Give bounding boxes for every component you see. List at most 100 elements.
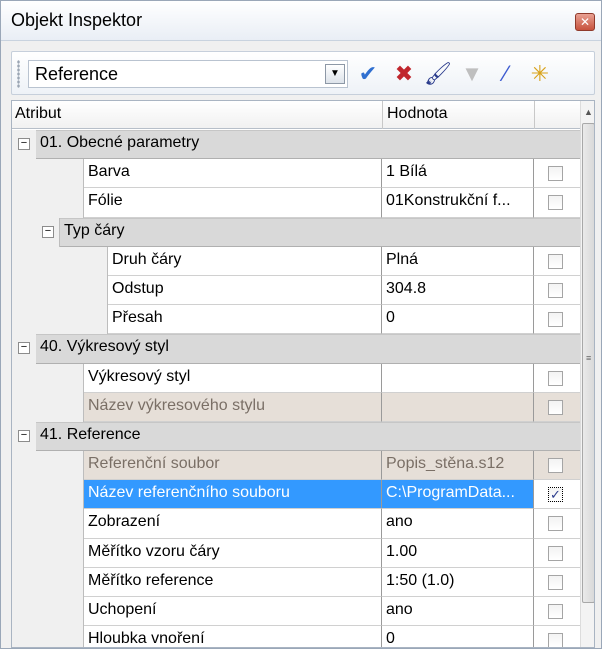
row-checkbox[interactable] [548,399,563,415]
property-name: Název referenčního souboru [84,480,382,510]
checkbox-cell [534,626,580,647]
scroll-up-icon[interactable]: ▲ [581,103,594,121]
property-value[interactable]: 1:50 (1.0) [382,567,534,597]
property-row[interactable]: Měřítko reference 1:50 (1.0) [12,567,580,597]
toolbar-grip[interactable] [17,60,20,88]
checkbox-cell [534,538,580,568]
property-value[interactable] [382,363,534,393]
window-title: Objekt Inspektor [11,10,143,30]
property-value[interactable]: 0 [382,626,534,647]
property-value[interactable]: 304.8 [382,275,534,306]
property-value[interactable]: ano [382,509,534,539]
row-indent [12,597,84,627]
pick-icon[interactable]: ⁄ [492,60,520,88]
property-name: Přesah [108,305,382,335]
property-row[interactable]: Přesah 0 [12,305,580,335]
row-indent [12,188,84,218]
row-checkbox[interactable] [548,370,563,386]
category-row[interactable]: −41. Reference [12,421,580,452]
row-checkbox[interactable] [548,574,563,590]
property-name: Zobrazení [84,509,382,539]
property-row[interactable]: Referenční soubor Popis_stěna.s12 [12,451,580,481]
cancel-cross-icon[interactable]: ✖ [390,60,418,88]
row-indent [12,480,84,510]
checkbox-cell [534,363,580,393]
collapse-icon[interactable]: − [18,429,30,442]
column-header-attribute[interactable]: Atribut [15,105,61,123]
property-value[interactable]: 01Konstrukční f... [382,188,534,218]
dropdown-arrow-icon[interactable]: ▼ [325,64,345,84]
row-checkbox[interactable] [548,545,563,561]
column-header-value[interactable]: Hodnota [387,105,448,123]
property-row[interactable]: Fólie 01Konstrukční f... [12,188,580,218]
checkbox-cell: ✓ [534,480,580,510]
property-value: Popis_stěna.s12 [382,451,534,481]
grid-header: Atribut Hodnota [12,101,580,129]
checkbox-cell [534,159,580,189]
scroll-thumb[interactable]: ≡ [582,123,594,603]
property-row[interactable]: Barva 1 Bílá [12,159,580,189]
row-indent [12,275,108,306]
property-value[interactable]: 1.00 [382,538,534,568]
collapse-icon[interactable]: − [18,342,30,355]
checkbox-cell [534,597,580,627]
row-indent [12,305,108,335]
row-indent [12,538,84,568]
checkbox-cell [534,567,580,597]
property-row[interactable]: Hloubka vnoření 0 [12,626,580,647]
row-checkbox[interactable] [548,604,563,619]
apply-check-icon[interactable]: ✔ [354,60,382,88]
row-indent [12,392,84,422]
property-row[interactable]: Název referenčního souboru C:\ProgramData… [12,480,580,510]
property-name: Uchopení [84,597,382,627]
category-label: 41. Reference [40,425,141,443]
property-value [382,392,534,422]
property-row[interactable]: Výkresový styl [12,363,580,393]
category-row[interactable]: − Typ čáry [12,217,580,247]
property-row[interactable]: Název výkresového stylu [12,392,580,422]
category-fill [60,217,580,247]
property-name: Měřítko vzoru čáry [84,538,382,568]
row-checkbox[interactable] [548,516,563,532]
category-label: 01. Obecné parametry [40,134,200,151]
row-checkbox[interactable] [548,312,563,328]
row-checkbox[interactable] [548,282,563,298]
object-type-combo[interactable]: Reference ▼ [28,60,348,88]
checkbox-cell [534,188,580,218]
property-name: Barva [84,159,382,189]
checkbox-cell [534,509,580,539]
row-checkbox[interactable] [548,195,563,211]
filter-icon[interactable]: ▼ [458,60,486,88]
property-row[interactable]: Druh čáry Plná [12,246,580,276]
property-value[interactable]: Plná [382,246,534,276]
brush-icon[interactable]: 🖌 [424,60,452,88]
collapse-icon[interactable]: − [18,138,30,150]
row-checkbox[interactable]: ✓ [548,487,563,503]
property-value[interactable]: 0 [382,305,534,335]
property-row[interactable]: Zobrazení ano [12,509,580,539]
checkbox-cell [534,305,580,335]
collapse-icon[interactable]: − [42,225,54,238]
property-row[interactable]: Měřítko vzoru čáry 1.00 [12,538,580,568]
scroll-grip-icon: ≡ [586,353,592,363]
property-name: Výkresový styl [84,363,382,393]
row-checkbox[interactable] [548,633,563,647]
property-value[interactable]: C:\ProgramData... [382,480,534,510]
checkbox-cell [534,451,580,481]
row-checkbox[interactable] [548,253,563,269]
property-row[interactable]: Uchopení ano [12,597,580,627]
property-value[interactable]: ano [382,597,534,627]
vertical-scrollbar[interactable]: ▲ ≡ [580,101,594,647]
title-bar[interactable]: Objekt Inspektor ✕ [1,1,601,41]
property-row[interactable]: Odstup 304.8 [12,275,580,306]
category-row[interactable]: −01. Obecné parametry [12,130,580,160]
category-row[interactable]: −40. Výkresový styl [12,334,580,364]
property-value[interactable]: 1 Bílá [382,159,534,189]
close-button[interactable]: ✕ [575,13,595,31]
row-checkbox[interactable] [548,166,563,182]
row-checkbox[interactable] [548,458,563,474]
category-label: Typ čáry [64,221,125,239]
magic-wand-icon[interactable]: ✳ [526,60,554,88]
property-name: Referenční soubor [84,451,382,481]
property-rows: −01. Obecné parametry Barva 1 Bílá Fólie 01K… [12,130,580,647]
